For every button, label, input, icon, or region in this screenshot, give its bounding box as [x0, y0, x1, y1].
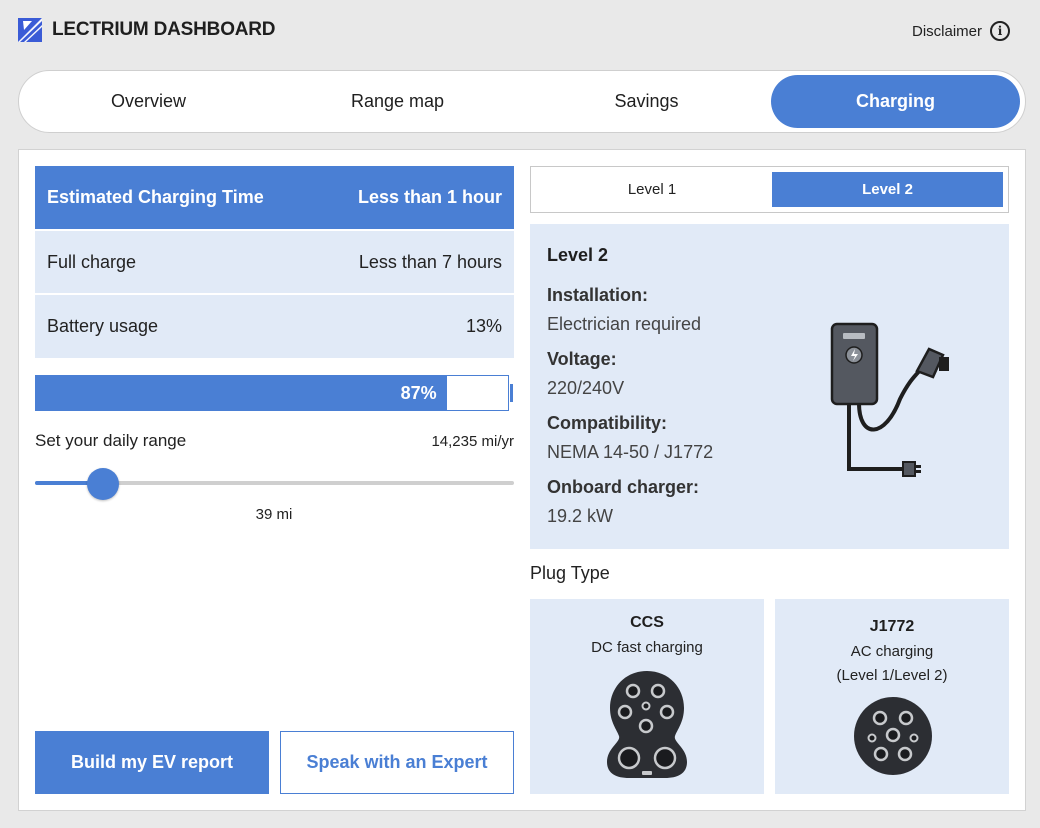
daily-range-label: Set your daily range — [35, 431, 187, 450]
battery-remaining-bar: 87% — [35, 375, 509, 411]
battery-usage-label: Battery usage — [47, 316, 159, 336]
tab-charging[interactable]: Charging — [771, 75, 1020, 128]
tab-savings[interactable]: Savings — [522, 75, 771, 128]
plug-card-j1772: J1772 AC charging (Level 1/Level 2) — [775, 599, 1009, 794]
j1772-name: J1772 — [869, 618, 915, 635]
estimated-charging-label: Estimated Charging Time — [47, 187, 264, 207]
battery-usage-value: 13% — [465, 316, 502, 336]
wall-charger-icon — [830, 322, 949, 477]
ccs-desc: DC fast charging — [591, 639, 703, 656]
plug-type-label: Plug Type — [530, 563, 610, 583]
build-ev-report-button[interactable]: Build my EV report — [35, 731, 269, 794]
level-info-card: Level 2 Installation: Electrician requir… — [530, 224, 1009, 549]
full-charge-row: Full charge Less than 7 hours — [35, 231, 514, 293]
lectrium-logo-icon — [18, 18, 42, 42]
onboard-charger-value: 19.2 kW — [547, 506, 614, 526]
charging-level-toggle: Level 1 Level 2 — [530, 166, 1009, 213]
compatibility-label: Compatibility: — [547, 413, 667, 433]
disclaimer-link[interactable]: Disclaimer i — [912, 21, 1010, 41]
level-2-option[interactable]: Level 2 — [772, 172, 1003, 207]
speak-with-expert-button[interactable]: Speak with an Expert — [280, 731, 514, 794]
installation-value: Electrician required — [547, 314, 702, 334]
j1772-desc-line2: (Level 1/Level 2) — [836, 667, 948, 684]
voltage-value: 220/240V — [547, 378, 625, 398]
compatibility-value: NEMA 14-50 / J1772 — [547, 442, 714, 462]
daily-range-value: 39 mi — [255, 506, 293, 523]
estimated-charging-row: Estimated Charging Time Less than 1 hour — [35, 166, 514, 229]
onboard-charger-label: Onboard charger: — [547, 477, 700, 497]
full-charge-value: Less than 7 hours — [358, 251, 502, 272]
level-1-option[interactable]: Level 1 — [536, 172, 768, 207]
j1772-desc-line1: AC charging — [850, 643, 934, 660]
j1772-plug-icon — [854, 697, 932, 775]
battery-usage-row: Battery usage 13% — [35, 295, 514, 358]
daily-range-slider-thumb[interactable] — [87, 468, 120, 500]
battery-bar-cap — [510, 384, 513, 402]
app-title: LECTRIUM DASHBOARD — [52, 19, 276, 40]
full-charge-label: Full charge — [47, 251, 137, 272]
plug-card-ccs: CCS DC fast charging — [530, 599, 764, 794]
voltage-label: Voltage: — [547, 349, 617, 369]
level-info-title: Level 2 — [547, 245, 609, 265]
estimated-charging-value: Less than 1 hour — [357, 187, 502, 207]
disclaimer-label: Disclaimer — [911, 22, 982, 40]
tab-range-map[interactable]: Range map — [273, 75, 522, 128]
tab-overview[interactable]: Overview — [24, 75, 273, 128]
main-tabs: Overview Range map Savings Charging — [18, 70, 1026, 133]
battery-remaining-label: 87% — [400, 382, 437, 403]
ccs-plug-icon — [607, 671, 687, 778]
annual-miles: 14,235 mi/yr — [431, 433, 514, 450]
battery-remaining-fill: 87% — [36, 376, 447, 410]
logo: LECTRIUM DASHBOARD — [18, 18, 276, 42]
info-icon: i — [990, 21, 1010, 41]
ccs-name: CCS — [630, 614, 664, 631]
installation-label: Installation: — [547, 285, 649, 305]
